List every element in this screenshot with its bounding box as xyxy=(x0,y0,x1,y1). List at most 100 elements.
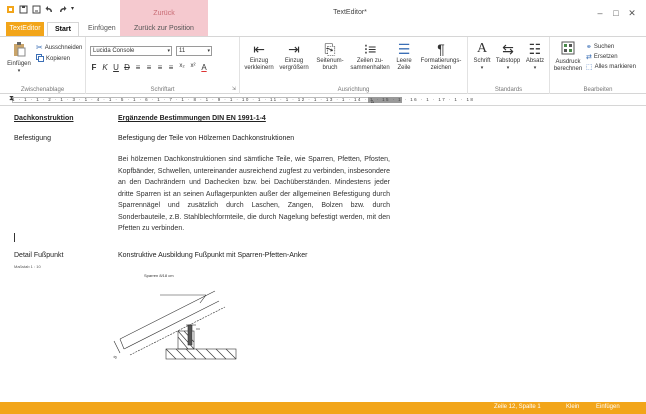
heading-right: Ergänzende Bestimmungen DIN EN 1991-1-4 xyxy=(118,115,266,122)
font-standard-label: Schrift xyxy=(473,58,491,64)
chevron-down-icon: ▾ xyxy=(167,48,170,54)
cut-button[interactable]: ✂ Ausschneiden xyxy=(36,43,82,52)
detail-right: Konstruktive Ausbildung Fußpunkt mit Spa… xyxy=(118,252,308,259)
indent-marker-icon[interactable]: ⧗ xyxy=(9,95,14,103)
save-as-icon[interactable] xyxy=(32,5,41,14)
replace-button[interactable]: ⇄ Ersetzen xyxy=(586,53,618,61)
group-standards: A Schrift ▾ ⇆ Tabstopp ▾ ☷ Absatz ▾ Standar… xyxy=(468,37,550,95)
close-button[interactable]: ✕ xyxy=(626,8,638,19)
window-title: TextEditor* xyxy=(333,9,367,16)
keep-lines-icon: ⁝≡ xyxy=(363,41,377,57)
align-center-button[interactable]: ≡ xyxy=(145,63,153,72)
tab-insert[interactable]: Einfügen xyxy=(84,22,118,36)
page-break-button[interactable]: ⎘ Seitenum-bruch xyxy=(314,41,346,72)
calculate-print-label-1: Ausdruck xyxy=(555,59,581,65)
status-insert-mode[interactable]: Einfügen xyxy=(596,404,620,410)
title-bar: ▾ TextEditor* – □ ✕ xyxy=(0,0,646,22)
select-all-icon: ⬚ xyxy=(586,64,593,71)
replace-label: Ersetzen xyxy=(593,54,618,60)
empty-line-label-1: Leere xyxy=(396,58,412,64)
font-size-select[interactable]: 11 ▾ xyxy=(176,46,212,56)
app-icon xyxy=(6,5,15,14)
decrease-indent-button[interactable]: ⇤ Einzug verkleinern xyxy=(244,41,274,72)
select-all-label: Alles markieren xyxy=(594,64,636,70)
chevron-down-icon: ▾ xyxy=(533,65,537,71)
calculate-print-button[interactable]: Ausdruck berechnen xyxy=(552,41,584,73)
ruler-ticks: 1 · 1 · 1 · 2 · 1 · 3 · 1 · 4 · 1 · 5 · … xyxy=(12,97,475,102)
redo-icon[interactable] xyxy=(58,5,67,14)
edit-group-label: Bearbeiten xyxy=(583,87,613,93)
tab-start[interactable]: Start xyxy=(47,22,79,36)
save-icon[interactable] xyxy=(19,5,28,14)
dialog-launcher-icon[interactable]: ⇲ xyxy=(232,86,236,92)
heading-left: Dachkonstruktion xyxy=(14,115,74,122)
maximize-button[interactable]: □ xyxy=(610,8,622,18)
format-buttons: F K U D ≡ ≡ ≡ ≡ x₂ x² A xyxy=(90,63,208,72)
copy-label: Kopieren xyxy=(46,56,71,62)
empty-line-button[interactable]: ☰ Leere Zeile xyxy=(392,41,416,72)
ribbon-tabs: TextEditor Start Einfügen Zurück zur Pos… xyxy=(0,22,646,36)
tab-stop-label: Tabstopp xyxy=(495,58,521,64)
minimize-button[interactable]: – xyxy=(594,8,606,18)
font-size-value: 11 xyxy=(179,48,186,54)
detail-left: Detail Fußpunkt xyxy=(14,252,64,259)
paste-dropdown-icon: ▾ xyxy=(17,68,21,74)
decrease-indent-label-2: verkleinern xyxy=(244,65,274,71)
keep-lines-together-button[interactable]: ⁝≡ Zeilen zu-sammenhalten xyxy=(350,41,390,72)
paragraph-standard-button[interactable]: ☷ Absatz ▾ xyxy=(522,41,548,72)
document-area[interactable]: Dachkonstruktion Ergänzende Bestimmungen… xyxy=(0,107,646,402)
calculate-print-label-2: berechnen xyxy=(553,66,583,72)
search-label: Suchen xyxy=(593,44,615,50)
tab-stop-icon: ⇆ xyxy=(502,41,514,57)
align-right-button[interactable]: ≡ xyxy=(156,63,164,72)
copy-button[interactable]: Kopieren xyxy=(36,54,70,64)
justify-button[interactable]: ≡ xyxy=(167,63,175,72)
cursor-position: Zeile 12, Spalte 1 xyxy=(494,404,541,410)
svg-text:8: 8 xyxy=(112,355,118,360)
keep-lines-label-2: sammenhalten xyxy=(350,65,390,71)
underline-button[interactable]: U xyxy=(112,63,120,72)
context-tab-title: Zurück xyxy=(153,10,175,17)
alignment-group-label: Ausrichtung xyxy=(337,87,370,93)
status-case[interactable]: Klein xyxy=(566,404,579,410)
calculator-icon xyxy=(552,41,584,58)
subscript-button[interactable]: x₂ xyxy=(178,63,186,72)
page-break-label-2: bruch xyxy=(322,65,338,71)
paste-button[interactable]: Einfügen ▾ xyxy=(6,41,32,75)
italic-button[interactable]: K xyxy=(101,63,109,72)
status-bar: Zeile 12, Spalte 1 Klein Einfügen xyxy=(0,402,646,414)
paragraph-icon: ☷ xyxy=(528,41,542,57)
ruler[interactable]: 1 · 1 · 1 · 2 · 1 · 3 · 1 · 4 · 1 · 5 · … xyxy=(0,94,646,106)
undo-icon[interactable] xyxy=(45,5,54,14)
formatting-marks-label-2: zeichen xyxy=(430,65,452,71)
select-all-button[interactable]: ⬚ Alles markieren xyxy=(586,63,636,71)
quick-access-toolbar: ▾ xyxy=(6,5,80,14)
font-color-button[interactable]: A xyxy=(200,63,208,72)
detail-drawing: 8 Sparren 8/18 cm xyxy=(100,269,250,369)
font-family-select[interactable]: Lucida Console ▾ xyxy=(90,46,172,56)
strikethrough-button[interactable]: D xyxy=(123,63,131,72)
right-indent-marker-icon[interactable]: ▵ xyxy=(371,98,374,105)
superscript-button[interactable]: x² xyxy=(189,63,197,72)
decrease-indent-icon: ⇤ xyxy=(253,41,265,57)
tab-back-to-position[interactable]: Zurück zur Position xyxy=(124,22,204,36)
font-a-icon: A xyxy=(476,41,488,56)
group-clipboard: Einfügen ▾ ✂ Ausschneiden Kopieren Zwisch… xyxy=(0,37,86,95)
tab-stop-button[interactable]: ⇆ Tabstopp ▾ xyxy=(494,41,522,72)
copy-icon xyxy=(36,54,44,64)
font-standard-button[interactable]: A Schrift ▾ xyxy=(470,41,494,72)
align-left-button[interactable]: ≡ xyxy=(134,63,142,72)
decrease-indent-label-1: Einzug xyxy=(249,58,269,64)
customize-qat-icon[interactable]: ▾ xyxy=(71,5,80,14)
scale-text: Maßstab 1 : 10 xyxy=(14,264,41,269)
search-button[interactable]: ⚭ Suchen xyxy=(586,43,614,51)
page-break-icon: ⎘ xyxy=(324,41,336,57)
chevron-down-icon: ▾ xyxy=(207,48,210,54)
increase-indent-button[interactable]: ⇥ Einzug vergrößern xyxy=(278,41,310,72)
empty-line-label-2: Zeile xyxy=(397,65,411,71)
bold-button[interactable]: F xyxy=(90,63,98,72)
increase-indent-icon: ⇥ xyxy=(288,41,300,57)
formatting-marks-button[interactable]: ¶ Formatierungs-zeichen xyxy=(418,41,464,72)
tab-texteditor[interactable]: TextEditor xyxy=(6,22,44,36)
formatting-marks-label-1: Formatierungs- xyxy=(420,58,462,64)
